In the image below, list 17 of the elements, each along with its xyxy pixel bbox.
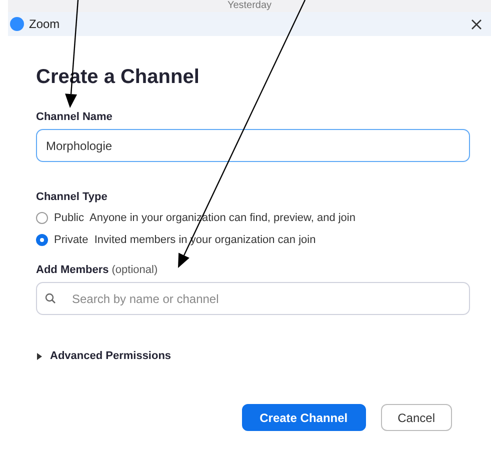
close-button[interactable] (469, 17, 483, 31)
create-button[interactable]: Create Channel (242, 404, 366, 431)
caret-right-icon (36, 352, 42, 360)
window-title: Zoom (29, 17, 61, 31)
field-label: Add Members (36, 264, 109, 276)
search-icon (45, 293, 56, 304)
channel-name-field[interactable]: Morphologie (36, 129, 470, 162)
search-field[interactable]: Search by name or channel (36, 282, 470, 315)
advanced-permissions-toggle[interactable]: Advanced Permissions (36, 350, 172, 362)
radio-button[interactable] (36, 234, 48, 246)
cancel-button[interactable]: Cancel (380, 404, 452, 431)
radio-button[interactable] (36, 212, 48, 224)
optional-hint: (optional) (112, 264, 158, 276)
background-date-label: Yesterday (227, 0, 272, 12)
field-label: Channel Name (36, 111, 114, 123)
field-label: Channel Type (36, 191, 108, 203)
app-logo-icon (10, 17, 24, 31)
